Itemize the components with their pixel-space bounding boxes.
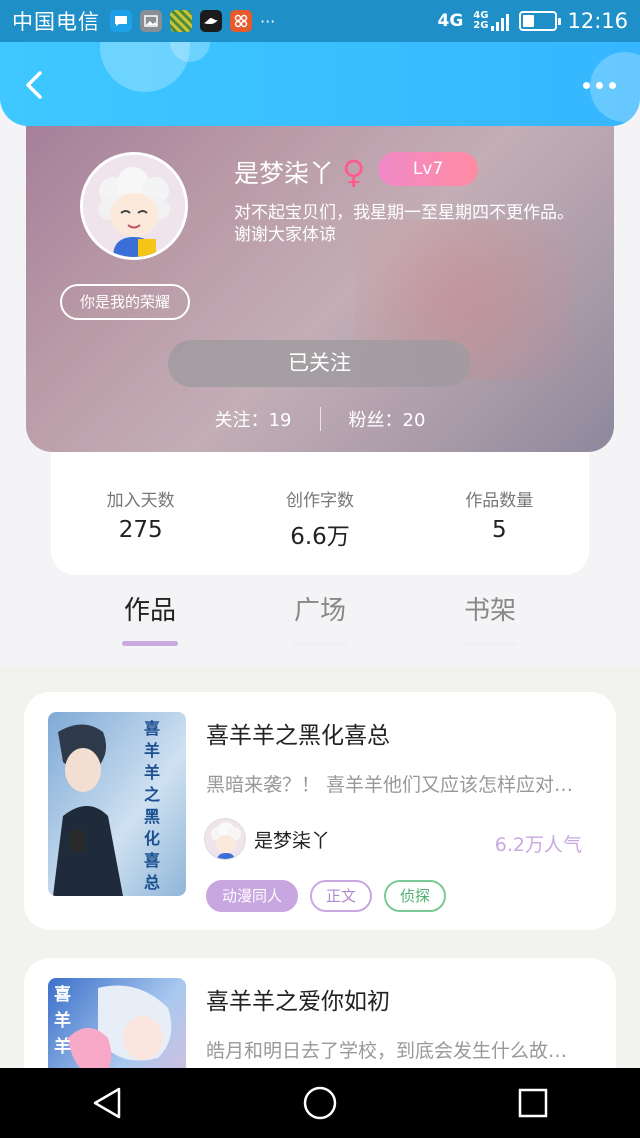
signal-icon: 4G 2G — [473, 10, 510, 31]
tab-bookshelf[interactable]: 书架 — [440, 590, 540, 650]
author-avatar — [204, 818, 246, 860]
more-button[interactable] — [583, 82, 616, 89]
level-badge: Lv7 — [378, 152, 478, 186]
carrier-name: 中国电信 — [12, 10, 100, 34]
more-notifications-icon: ··· — [260, 11, 276, 31]
bio-text: 对不起宝贝们，我星期一至星期四不更作品。谢谢大家体谅 — [234, 203, 574, 245]
fans-label: 粉丝： — [348, 410, 403, 431]
tab-indicator — [122, 641, 178, 646]
work-title[interactable]: 喜羊羊之爱你如初 — [206, 982, 390, 1016]
notification-icons: ··· — [110, 10, 275, 32]
fans-stat[interactable]: 粉丝：20 — [349, 406, 426, 432]
popularity: 6.2万人气 — [494, 834, 582, 856]
chevron-left-icon — [26, 71, 42, 99]
tab-label: 作品 — [123, 596, 176, 626]
stat-label: 加入天数 — [106, 491, 175, 511]
divider — [319, 407, 321, 431]
fans-count: 20 — [402, 410, 426, 431]
nav-back-button[interactable] — [85, 1081, 129, 1125]
stat-value: 5 — [491, 517, 507, 543]
tag-detective[interactable]: 侦探 — [384, 880, 447, 912]
tab-works[interactable]: 作品 — [100, 590, 200, 650]
follow-button[interactable]: 已关注 — [168, 340, 471, 387]
username-row: 是梦柒丫 ♀ — [234, 154, 365, 190]
gallery-icon — [140, 10, 162, 32]
system-nav-bar — [0, 1068, 640, 1138]
top-header — [0, 42, 640, 126]
tag-fanfic[interactable]: 动漫同人 — [206, 880, 299, 912]
sheep-avatar-icon — [83, 155, 185, 257]
following-stat[interactable]: 关注：19 — [215, 406, 292, 432]
tab-square[interactable]: 广场 — [270, 590, 370, 650]
message-icon — [110, 10, 132, 32]
profile-card: 你是我的荣耀 是梦柒丫 ♀ Lv7 对不起宝贝们，我星期一至星期四不更作品。谢谢… — [26, 100, 614, 452]
stat-join-days: 加入天数 275 — [66, 486, 216, 575]
battery-icon — [519, 11, 562, 31]
stat-value: 6.6万 — [290, 524, 350, 550]
title-badge: 你是我的荣耀 — [60, 284, 190, 320]
sheep-avatar-icon — [205, 819, 245, 859]
stats-card: 加入天数 275 创作字数 6.6万 作品数量 5 — [51, 452, 589, 575]
status-bar: 中国电信 ··· 4G 4G 2G 12:16 — [0, 0, 640, 42]
stat-label: 作品数量 — [465, 491, 534, 511]
more-dot — [596, 82, 603, 89]
cover-title: 喜羊羊 — [54, 985, 71, 1057]
following-count: 19 — [268, 410, 292, 431]
nav-home-button[interactable] — [298, 1081, 342, 1125]
more-dot — [583, 82, 590, 89]
avatar[interactable] — [80, 152, 188, 260]
nav-recents-button[interactable] — [511, 1081, 555, 1125]
tag-main-text[interactable]: 正文 — [310, 880, 373, 912]
author-name: 是梦柒丫 — [254, 829, 331, 852]
cover-title: 喜羊羊之黑化喜总 — [144, 719, 161, 892]
app-grid-icon — [230, 10, 252, 32]
tab-indicator — [462, 641, 518, 646]
username: 是梦柒丫 — [234, 159, 335, 188]
follow-counts: 关注：19 粉丝：20 — [26, 406, 614, 432]
network-type: 4G — [437, 11, 464, 31]
status-right: 4G 4G 2G 12:16 — [438, 9, 629, 33]
female-icon: ♀ — [342, 153, 366, 191]
stat-word-count: 创作字数 6.6万 — [245, 486, 395, 575]
bird-app-icon — [200, 10, 222, 32]
work-card[interactable]: 喜羊羊之黑化喜总 喜羊羊之黑化喜总 黑暗来袭？！ 喜羊羊他们又应该怎样应对… 是… — [24, 692, 616, 930]
back-button[interactable] — [18, 68, 52, 102]
more-dot — [609, 82, 616, 89]
stat-work-count: 作品数量 5 — [424, 486, 574, 575]
stat-value: 275 — [118, 517, 163, 543]
tab-label: 书架 — [463, 596, 516, 626]
tag-list: 动漫同人 正文 侦探 — [206, 880, 447, 912]
work-description: 黑暗来袭？！ 喜羊羊他们又应该怎样应对… — [206, 774, 574, 796]
work-cover[interactable]: 喜羊羊之黑化喜总 — [48, 712, 186, 896]
work-title[interactable]: 喜羊羊之黑化喜总 — [206, 716, 390, 750]
work-description: 皓月和明日去了学校，到底会发生什么故… — [206, 1040, 568, 1062]
square-recents-icon — [519, 1088, 548, 1118]
app-thumbnail-icon — [170, 10, 192, 32]
work-author[interactable]: 是梦柒丫 — [204, 818, 330, 860]
stat-label: 创作字数 — [285, 491, 354, 511]
following-label: 关注： — [214, 410, 269, 431]
triangle-back-icon — [93, 1087, 120, 1119]
circle-home-icon — [303, 1086, 337, 1120]
clock: 12:16 — [567, 9, 628, 33]
tab-indicator — [292, 641, 348, 646]
tab-bar: 作品 广场 书架 — [100, 590, 540, 650]
network-type-small: 4G 2G — [473, 10, 489, 31]
tab-label: 广场 — [293, 596, 346, 626]
